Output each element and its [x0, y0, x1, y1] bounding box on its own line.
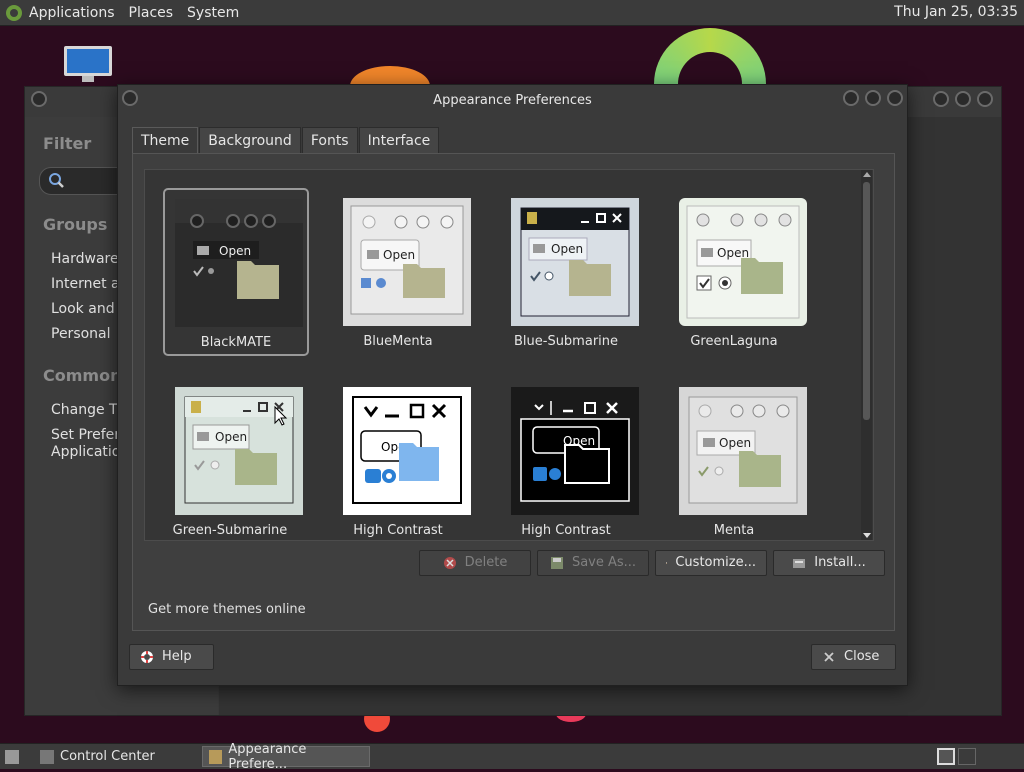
- workspace-switcher-2[interactable]: [958, 748, 976, 765]
- dialog-titlebar[interactable]: Appearance Preferences: [118, 85, 907, 115]
- theme-item[interactable]: Open Menta: [661, 377, 807, 540]
- tab-bar: Theme Background Fonts Interface: [132, 127, 440, 154]
- theme-thumbnail: Open: [175, 387, 303, 515]
- theme-thumbnail: Open: [511, 387, 639, 515]
- top-panel: Applications Places System Thu Jan 25, 0…: [0, 0, 1024, 26]
- install-icon: [793, 559, 806, 568]
- get-more-themes-link[interactable]: Get more themes online: [148, 602, 306, 617]
- theme-action-buttons: Delete Save As... Customize... Install..…: [419, 550, 885, 576]
- theme-item[interactable]: Open Blue-Submarine: [493, 188, 639, 356]
- thumb-open-text: Open: [719, 436, 751, 450]
- menu-places[interactable]: Places: [122, 5, 181, 21]
- control-center-icon: [40, 749, 54, 764]
- theme-thumbnail: Open: [679, 387, 807, 515]
- search-icon: [49, 173, 64, 188]
- cc-close-button[interactable]: [977, 91, 993, 107]
- theme-label: BlackMATE: [200, 335, 272, 350]
- save-as-label: Save As...: [571, 555, 637, 570]
- bottom-panel: Control Center Appearance Prefere...: [0, 742, 1024, 772]
- cc-maximize-button[interactable]: [955, 91, 971, 107]
- cc-window-controls: [933, 91, 993, 107]
- dialog-window-controls: [843, 90, 903, 106]
- help-icon: [141, 651, 153, 663]
- task-label: Appearance Prefere...: [228, 741, 307, 772]
- customize-icon: [666, 562, 668, 564]
- theme-item[interactable]: Open BlackMATE: [163, 188, 309, 356]
- close-label: Close: [844, 649, 880, 664]
- menu-system[interactable]: System: [180, 5, 246, 21]
- groups-heading: Groups: [43, 215, 108, 234]
- help-button[interactable]: Help: [129, 644, 214, 670]
- dialog-close-window-button[interactable]: [887, 90, 903, 106]
- tab-fonts[interactable]: Fonts: [301, 127, 358, 154]
- install-label: Install...: [814, 555, 866, 570]
- theme-thumbnail: Open: [175, 199, 303, 327]
- thumb-open-text: Open: [551, 242, 583, 256]
- filter-heading: Filter: [43, 134, 92, 153]
- theme-item[interactable]: Open GreenLaguna: [661, 188, 807, 356]
- save-icon: [550, 557, 563, 569]
- theme-tab-panel: Open BlackMATE Open BlueMenta Open Blue-…: [132, 153, 895, 631]
- theme-list: Open BlackMATE Open BlueMenta Open Blue-…: [144, 169, 874, 541]
- cc-minimize-button[interactable]: [933, 91, 949, 107]
- delete-label: Delete: [464, 555, 508, 570]
- install-button[interactable]: Install...: [773, 550, 885, 576]
- thumb-open-text: Open: [215, 430, 247, 444]
- help-label: Help: [162, 649, 192, 664]
- theme-label: Blue-Submarine: [513, 334, 619, 349]
- customize-label: Customize...: [675, 555, 756, 570]
- thumb-open-text: Open: [383, 248, 415, 262]
- scrollbar-thumb[interactable]: [863, 182, 870, 420]
- task-control-center[interactable]: Control Center: [34, 746, 199, 767]
- tab-theme[interactable]: Theme: [132, 127, 199, 154]
- scroll-down-arrow-icon[interactable]: [863, 533, 871, 538]
- theme-item[interactable]: Open High Contrast: [325, 377, 471, 540]
- theme-item[interactable]: Open High Contrast: [493, 377, 639, 540]
- appearance-icon: [209, 749, 223, 764]
- thumb-open-text: Open: [219, 244, 251, 258]
- theme-label: High Contrast: [521, 523, 611, 538]
- group-personal[interactable]: Personal: [51, 326, 111, 342]
- computer-icon[interactable]: [62, 46, 114, 82]
- theme-thumbnail: Open: [679, 198, 807, 326]
- theme-list-scrollbar[interactable]: [861, 170, 872, 540]
- thumb-open-text: Open: [717, 246, 749, 260]
- theme-label: Menta: [713, 523, 755, 538]
- delete-icon: [443, 557, 456, 569]
- theme-label: BlueMenta: [363, 334, 433, 349]
- close-icon: [824, 652, 834, 662]
- task-change-theme[interactable]: Change Th: [51, 402, 126, 418]
- task-label: Control Center: [60, 749, 155, 764]
- cc-window-menu-button[interactable]: [31, 91, 47, 107]
- show-desktop-icon: [5, 749, 19, 764]
- theme-label: High Contrast: [353, 523, 443, 538]
- delete-button[interactable]: Delete: [419, 550, 531, 576]
- menu-applications[interactable]: Applications: [22, 5, 122, 21]
- dialog-minimize-button[interactable]: [843, 90, 859, 106]
- close-button[interactable]: Close: [811, 644, 896, 670]
- workspace-switcher-1[interactable]: [937, 748, 955, 765]
- group-hardware[interactable]: Hardware: [51, 251, 119, 267]
- theme-thumbnail: Open: [511, 198, 639, 326]
- theme-label: GreenLaguna: [690, 334, 778, 349]
- main-menu: Applications Places System: [22, 0, 246, 25]
- tab-background[interactable]: Background: [199, 127, 301, 154]
- dialog-title: Appearance Preferences: [433, 93, 592, 108]
- clock[interactable]: Thu Jan 25, 03:35: [894, 4, 1018, 20]
- tab-interface[interactable]: Interface: [358, 127, 440, 154]
- mate-logo-icon[interactable]: [6, 4, 22, 21]
- task-appearance-preferences[interactable]: Appearance Prefere...: [202, 742, 370, 772]
- theme-thumbnail: Open: [343, 387, 471, 515]
- save-as-button[interactable]: Save As...: [537, 550, 649, 576]
- theme-item[interactable]: Open BlueMenta: [325, 188, 471, 356]
- theme-item[interactable]: Open Green-Submarine: [157, 377, 303, 540]
- show-desktop-button[interactable]: [2, 746, 24, 767]
- theme-thumbnail: Open: [343, 198, 471, 326]
- customize-button[interactable]: Customize...: [655, 550, 767, 576]
- dialog-maximize-button[interactable]: [865, 90, 881, 106]
- group-look-and-feel[interactable]: Look and F: [51, 301, 127, 317]
- appearance-preferences-dialog: Appearance Preferences Theme Background …: [117, 84, 908, 686]
- scroll-up-arrow-icon[interactable]: [863, 172, 871, 177]
- theme-label: Green-Submarine: [172, 523, 288, 538]
